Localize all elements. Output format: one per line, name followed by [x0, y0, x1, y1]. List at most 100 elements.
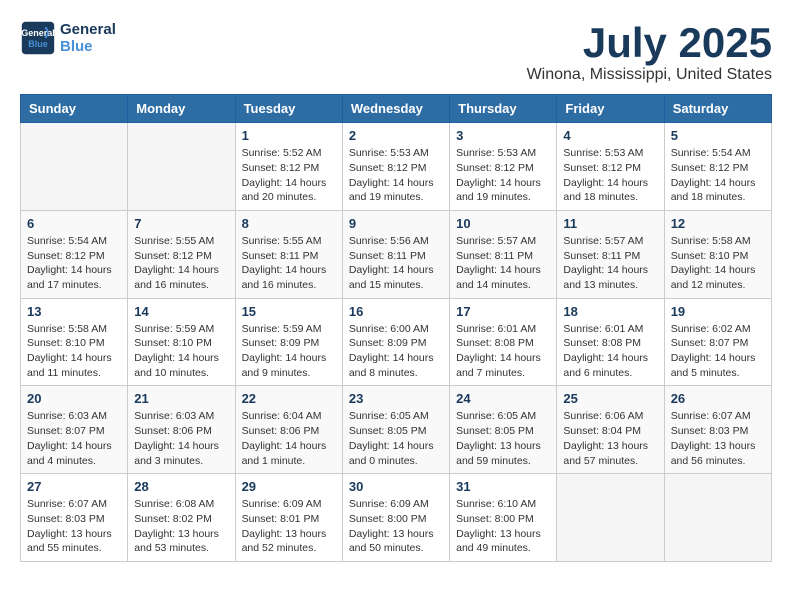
day-info: Sunrise: 6:05 AM Sunset: 8:05 PM Dayligh… — [456, 409, 550, 468]
day-info: Sunrise: 5:57 AM Sunset: 8:11 PM Dayligh… — [563, 234, 657, 293]
calendar-cell: 26Sunrise: 6:07 AM Sunset: 8:03 PM Dayli… — [664, 386, 771, 474]
calendar-cell: 7 Sunrise: 5:55 AM Sunset: 8:12 PM Daylig… — [128, 210, 235, 298]
calendar-cell: 5 Sunrise: 5:54 AM Sunset: 8:12 PM Daylig… — [664, 123, 771, 211]
svg-text:General: General — [21, 28, 55, 38]
day-info: Sunrise: 5:58 AM Sunset: 8:10 PM Dayligh… — [27, 322, 121, 381]
day-info: Sunrise: 5:57 AM Sunset: 8:11 PM Dayligh… — [456, 234, 550, 293]
day-info: Sunrise: 5:53 AM Sunset: 8:12 PM Dayligh… — [456, 146, 550, 205]
day-number: 2 — [349, 128, 443, 143]
weekday-header-sunday: Sunday — [21, 95, 128, 123]
day-number: 3 — [456, 128, 550, 143]
day-info: Sunrise: 6:07 AM Sunset: 8:03 PM Dayligh… — [27, 497, 121, 556]
calendar-cell: 28 Sunrise: 6:08 AM Sunset: 8:02 PM Dayli… — [128, 474, 235, 562]
day-info: Sunrise: 5:55 AM Sunset: 8:12 PM Dayligh… — [134, 234, 228, 293]
day-number: 18 — [563, 304, 657, 319]
day-info: Sunrise: 6:09 AM Sunset: 8:00 PM Dayligh… — [349, 497, 443, 556]
day-number: 6 — [27, 216, 121, 231]
week-row-5: 27Sunrise: 6:07 AM Sunset: 8:03 PM Dayli… — [21, 474, 772, 562]
calendar-cell: 6 Sunrise: 5:54 AM Sunset: 8:12 PM Daylig… — [21, 210, 128, 298]
day-number: 16 — [349, 304, 443, 319]
day-info: Sunrise: 6:06 AM Sunset: 8:04 PM Dayligh… — [563, 409, 657, 468]
day-info: Sunrise: 6:09 AM Sunset: 8:01 PM Dayligh… — [242, 497, 336, 556]
week-row-1: 1Sunrise: 5:52 AM Sunset: 8:12 PM Daylig… — [21, 123, 772, 211]
day-number: 5 — [671, 128, 765, 143]
calendar-cell: 29 Sunrise: 6:09 AM Sunset: 8:01 PM Dayli… — [235, 474, 342, 562]
day-info: Sunrise: 5:58 AM Sunset: 8:10 PM Dayligh… — [671, 234, 765, 293]
day-info: Sunrise: 6:05 AM Sunset: 8:05 PM Dayligh… — [349, 409, 443, 468]
weekday-header-wednesday: Wednesday — [342, 95, 449, 123]
day-number: 1 — [242, 128, 336, 143]
calendar-cell: 9Sunrise: 5:56 AM Sunset: 8:11 PM Daylig… — [342, 210, 449, 298]
day-number: 13 — [27, 304, 121, 319]
month-title: July 2025 — [527, 20, 772, 66]
weekday-header-row: SundayMondayTuesdayWednesdayThursdayFrid… — [21, 95, 772, 123]
day-number: 10 — [456, 216, 550, 231]
calendar-cell: 1Sunrise: 5:52 AM Sunset: 8:12 PM Daylig… — [235, 123, 342, 211]
calendar-cell: 27Sunrise: 6:07 AM Sunset: 8:03 PM Dayli… — [21, 474, 128, 562]
day-info: Sunrise: 5:55 AM Sunset: 8:11 PM Dayligh… — [242, 234, 336, 293]
day-info: Sunrise: 5:59 AM Sunset: 8:10 PM Dayligh… — [134, 322, 228, 381]
day-number: 15 — [242, 304, 336, 319]
week-row-3: 13 Sunrise: 5:58 AM Sunset: 8:10 PM Dayli… — [21, 298, 772, 386]
day-info: Sunrise: 6:02 AM Sunset: 8:07 PM Dayligh… — [671, 322, 765, 381]
logo-line1: General — [60, 21, 116, 38]
logo: General Blue General Blue — [20, 20, 116, 56]
day-info: Sunrise: 5:53 AM Sunset: 8:12 PM Dayligh… — [563, 146, 657, 205]
day-number: 14 — [134, 304, 228, 319]
calendar-cell: 16 Sunrise: 6:00 AM Sunset: 8:09 PM Dayli… — [342, 298, 449, 386]
calendar-cell: 4Sunrise: 5:53 AM Sunset: 8:12 PM Daylig… — [557, 123, 664, 211]
calendar-cell: 20 Sunrise: 6:03 AM Sunset: 8:07 PM Dayli… — [21, 386, 128, 474]
calendar-cell: 10 Sunrise: 5:57 AM Sunset: 8:11 PM Dayli… — [450, 210, 557, 298]
calendar-cell: 13 Sunrise: 5:58 AM Sunset: 8:10 PM Dayli… — [21, 298, 128, 386]
svg-text:Blue: Blue — [28, 39, 48, 49]
weekday-header-friday: Friday — [557, 95, 664, 123]
calendar-cell — [21, 123, 128, 211]
day-number: 20 — [27, 391, 121, 406]
day-info: Sunrise: 5:53 AM Sunset: 8:12 PM Dayligh… — [349, 146, 443, 205]
day-info: Sunrise: 6:04 AM Sunset: 8:06 PM Dayligh… — [242, 409, 336, 468]
day-info: Sunrise: 6:01 AM Sunset: 8:08 PM Dayligh… — [456, 322, 550, 381]
calendar-cell: 17 Sunrise: 6:01 AM Sunset: 8:08 PM Dayli… — [450, 298, 557, 386]
calendar-cell: 22Sunrise: 6:04 AM Sunset: 8:06 PM Dayli… — [235, 386, 342, 474]
day-number: 23 — [349, 391, 443, 406]
day-info: Sunrise: 6:00 AM Sunset: 8:09 PM Dayligh… — [349, 322, 443, 381]
calendar-cell — [128, 123, 235, 211]
day-number: 29 — [242, 479, 336, 494]
day-number: 26 — [671, 391, 765, 406]
day-info: Sunrise: 5:59 AM Sunset: 8:09 PM Dayligh… — [242, 322, 336, 381]
day-number: 12 — [671, 216, 765, 231]
day-info: Sunrise: 5:54 AM Sunset: 8:12 PM Dayligh… — [27, 234, 121, 293]
day-info: Sunrise: 6:03 AM Sunset: 8:06 PM Dayligh… — [134, 409, 228, 468]
location: Winona, Mississippi, United States — [527, 66, 772, 84]
calendar-cell: 3 Sunrise: 5:53 AM Sunset: 8:12 PM Daylig… — [450, 123, 557, 211]
calendar-cell: 11Sunrise: 5:57 AM Sunset: 8:11 PM Dayli… — [557, 210, 664, 298]
calendar-cell: 21 Sunrise: 6:03 AM Sunset: 8:06 PM Dayli… — [128, 386, 235, 474]
day-info: Sunrise: 6:03 AM Sunset: 8:07 PM Dayligh… — [27, 409, 121, 468]
calendar-table: SundayMondayTuesdayWednesdayThursdayFrid… — [20, 94, 772, 562]
calendar-cell: 31Sunrise: 6:10 AM Sunset: 8:00 PM Dayli… — [450, 474, 557, 562]
weekday-header-thursday: Thursday — [450, 95, 557, 123]
weekday-header-monday: Monday — [128, 95, 235, 123]
day-number: 9 — [349, 216, 443, 231]
calendar-cell: 30Sunrise: 6:09 AM Sunset: 8:00 PM Dayli… — [342, 474, 449, 562]
day-number: 28 — [134, 479, 228, 494]
day-number: 7 — [134, 216, 228, 231]
title-section: July 2025 Winona, Mississippi, United St… — [527, 20, 772, 84]
day-number: 24 — [456, 391, 550, 406]
logo-icon: General Blue — [20, 20, 56, 56]
calendar-cell: 25 Sunrise: 6:06 AM Sunset: 8:04 PM Dayli… — [557, 386, 664, 474]
week-row-2: 6 Sunrise: 5:54 AM Sunset: 8:12 PM Daylig… — [21, 210, 772, 298]
calendar-cell — [557, 474, 664, 562]
day-info: Sunrise: 6:08 AM Sunset: 8:02 PM Dayligh… — [134, 497, 228, 556]
day-number: 21 — [134, 391, 228, 406]
day-info: Sunrise: 6:01 AM Sunset: 8:08 PM Dayligh… — [563, 322, 657, 381]
day-info: Sunrise: 5:54 AM Sunset: 8:12 PM Dayligh… — [671, 146, 765, 205]
calendar-cell: 14 Sunrise: 5:59 AM Sunset: 8:10 PM Dayli… — [128, 298, 235, 386]
day-number: 17 — [456, 304, 550, 319]
day-number: 25 — [563, 391, 657, 406]
weekday-header-tuesday: Tuesday — [235, 95, 342, 123]
day-info: Sunrise: 6:10 AM Sunset: 8:00 PM Dayligh… — [456, 497, 550, 556]
calendar-cell — [664, 474, 771, 562]
logo-line2: Blue — [60, 38, 116, 55]
calendar-cell: 12 Sunrise: 5:58 AM Sunset: 8:10 PM Dayli… — [664, 210, 771, 298]
